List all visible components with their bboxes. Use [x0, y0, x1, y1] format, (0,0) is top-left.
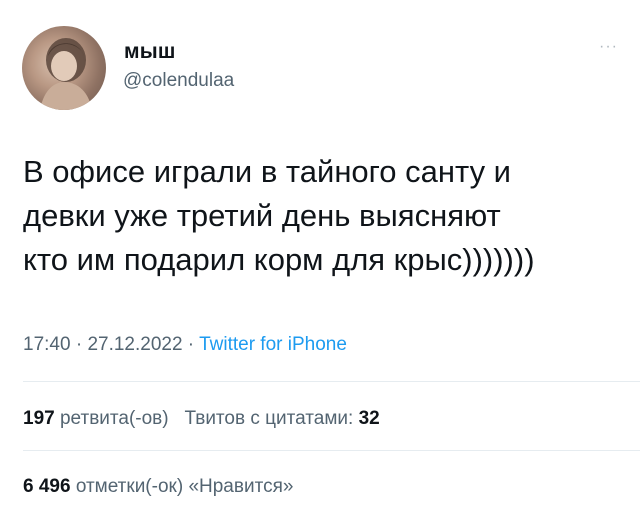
quotes-label: Твитов с цитатами:: [184, 408, 354, 429]
retweets-link[interactable]: 197 ретвита(-ов): [23, 408, 169, 429]
divider: [23, 450, 640, 451]
tweet-meta: 17:40 · 27.12.2022 · Twitter for iPhone: [23, 334, 347, 356]
retweets-count: 197: [23, 408, 55, 429]
quotes-count: 32: [358, 408, 380, 429]
likes-count: 6 496: [23, 476, 71, 497]
meta-separator: ·: [182, 334, 200, 355]
likes-label: отметки(-ок) «Нравится»: [75, 476, 294, 497]
tweet-text-line: кто им подарил корм для крыс))))))): [23, 242, 535, 277]
tweet-source-link[interactable]: Twitter for iPhone: [199, 334, 347, 355]
more-options-icon[interactable]: ···: [599, 38, 618, 56]
quotes-link[interactable]: Твитов с цитатами: 32: [184, 408, 379, 429]
retweets-label: ретвита(-ов): [59, 408, 169, 429]
tweet-card: мыш @colendulaa ··· В офисе играли в тай…: [0, 0, 640, 516]
likes-link[interactable]: 6 496 отметки(-ок) «Нравится»: [23, 476, 293, 497]
tweet-time[interactable]: 17:40: [23, 334, 71, 355]
avatar[interactable]: [22, 26, 106, 110]
display-name[interactable]: мыш: [124, 40, 176, 64]
divider: [23, 381, 640, 382]
username-handle[interactable]: @colendulaa: [123, 70, 234, 92]
tweet-date[interactable]: 27.12.2022: [87, 334, 182, 355]
likes-stats: 6 496 отметки(-ок) «Нравится»: [23, 476, 293, 498]
tweet-text-line: девки уже третий день выясняют: [23, 198, 501, 233]
meta-separator: ·: [70, 334, 88, 355]
tweet-text-line: В офисе играли в тайного санту и: [23, 154, 511, 189]
retweet-quote-stats: 197 ретвита(-ов) Твитов с цитатами: 32: [23, 408, 380, 430]
tweet-text: В офисе играли в тайного санту и девки у…: [23, 150, 623, 282]
avatar-photo-icon: [40, 38, 92, 110]
